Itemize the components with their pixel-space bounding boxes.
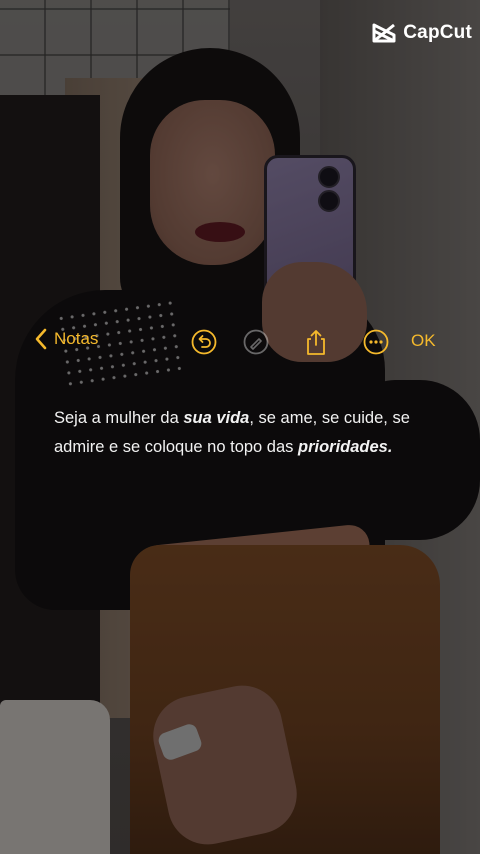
markup-icon[interactable] — [242, 328, 270, 356]
more-icon[interactable] — [362, 328, 390, 356]
capcut-logo-icon — [372, 23, 396, 43]
back-button[interactable]: Notas — [34, 328, 98, 350]
undo-icon[interactable] — [190, 328, 218, 356]
note-text: Seja a mulher da — [54, 409, 184, 427]
note-body[interactable]: Seja a mulher da sua vida, se ame, se cu… — [54, 404, 434, 462]
notes-toolbar: Notas OK — [0, 322, 480, 362]
share-icon[interactable] — [302, 328, 330, 356]
chevron-left-icon — [35, 328, 47, 350]
note-emphasis: sua vida — [183, 409, 250, 427]
capcut-watermark: CapCut — [371, 22, 472, 44]
watermark-label: CapCut — [403, 22, 472, 43]
done-button[interactable]: OK — [411, 331, 436, 351]
note-emphasis: prioridades. — [298, 438, 393, 456]
back-label: Notas — [54, 329, 99, 348]
